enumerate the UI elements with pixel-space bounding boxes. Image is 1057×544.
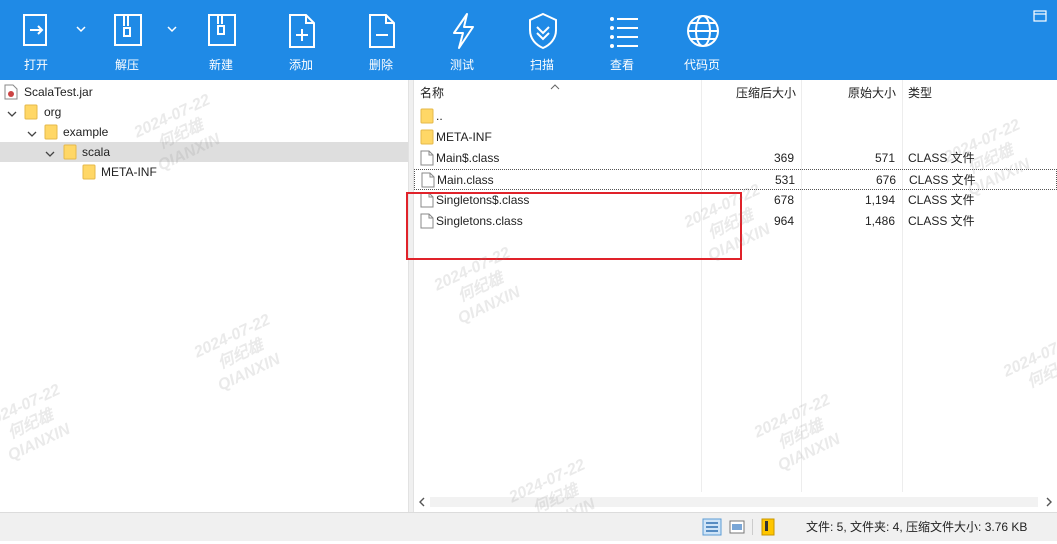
tree-item-label: example xyxy=(63,125,109,139)
list-row-singletons[interactable]: Singletons.class 964 1,486 CLASS 文件 xyxy=(414,211,1057,232)
folder-icon xyxy=(44,124,58,140)
sort-ascending-icon xyxy=(550,80,560,90)
scan-button[interactable]: 扫描 xyxy=(510,0,574,80)
tree-item-label: ScalaTest.jar xyxy=(24,85,93,99)
row-name: META-INF xyxy=(436,130,492,144)
list-row-singletons-dollar[interactable]: Singletons$.class 678 1,194 CLASS 文件 xyxy=(414,190,1057,211)
chevron-down-icon xyxy=(76,26,86,33)
row-compressed-size: 964 xyxy=(773,214,794,228)
extract-label: 解压 xyxy=(114,58,139,72)
test-lightning-icon xyxy=(453,13,474,49)
tree-item-scala[interactable]: scala xyxy=(0,142,408,162)
folder-icon xyxy=(63,144,77,160)
folder-icon xyxy=(24,104,38,120)
view-list-icon xyxy=(610,17,638,48)
file-icon xyxy=(421,172,435,188)
archive-info-icon[interactable] xyxy=(758,518,778,536)
open-icon xyxy=(23,14,47,46)
file-icon xyxy=(420,213,434,229)
scroll-left-icon[interactable] xyxy=(417,496,427,508)
codepage-globe-icon xyxy=(687,15,719,47)
row-compressed-size: 531 xyxy=(774,173,795,187)
row-type: CLASS 文件 xyxy=(908,151,975,165)
tree-item-org[interactable]: org xyxy=(0,102,408,122)
row-compressed-size: 369 xyxy=(773,151,794,165)
extract-icon xyxy=(114,14,142,46)
row-name: Main$.class xyxy=(436,151,500,165)
new-button[interactable]: 新建 xyxy=(189,0,253,80)
list-row-meta-inf[interactable]: META-INF xyxy=(414,127,1057,148)
folder-icon xyxy=(82,164,96,180)
view-label: 查看 xyxy=(609,58,634,72)
status-bar: 文件: 5, 文件夹: 4, 压缩文件大小: 3.76 KB xyxy=(0,512,1057,541)
chevron-down-icon xyxy=(167,26,177,33)
open-dropdown-arrow[interactable] xyxy=(74,22,88,36)
test-button[interactable]: 测试 xyxy=(430,0,494,80)
scan-shield-icon xyxy=(529,12,557,50)
delete-file-icon xyxy=(369,14,395,48)
scrollbar-thumb[interactable] xyxy=(430,497,1038,507)
status-text: 文件: 5, 文件夹: 4, 压缩文件大小: 3.76 KB xyxy=(806,520,1028,534)
folder-icon xyxy=(420,129,434,145)
list-row-parent[interactable]: .. xyxy=(414,106,1057,127)
row-name: Main.class xyxy=(437,173,494,187)
codepage-label: 代码页 xyxy=(683,58,720,72)
list-row-main-dollar[interactable]: Main$.class 369 571 CLASS 文件 xyxy=(414,148,1057,169)
row-original-size: 676 xyxy=(875,173,896,187)
row-compressed-size: 678 xyxy=(773,193,794,207)
row-name: Singletons.class xyxy=(436,214,523,228)
details-view-icon[interactable] xyxy=(702,518,722,536)
row-type: CLASS 文件 xyxy=(908,214,975,228)
delete-label: 删除 xyxy=(368,58,393,72)
delete-button[interactable]: 删除 xyxy=(349,0,413,80)
extract-dropdown-arrow[interactable] xyxy=(165,22,179,36)
column-original-header[interactable]: 原始大小 xyxy=(804,80,896,106)
column-name-header[interactable]: 名称 xyxy=(420,80,444,106)
chevron-down-icon[interactable] xyxy=(44,146,56,158)
extract-button[interactable]: 解压 xyxy=(95,0,159,80)
status-separator xyxy=(752,519,753,535)
row-name: Singletons$.class xyxy=(436,193,530,207)
open-label: 打开 xyxy=(23,58,48,72)
new-label: 新建 xyxy=(208,58,233,72)
view-button[interactable]: 查看 xyxy=(590,0,654,80)
add-button[interactable]: 添加 xyxy=(269,0,333,80)
row-original-size: 571 xyxy=(874,151,895,165)
column-compressed-header[interactable]: 压缩后大小 xyxy=(704,80,796,106)
codepage-button[interactable]: 代码页 xyxy=(670,0,734,80)
file-icon xyxy=(420,192,434,208)
toolbar: 打开 解压 新建 添加 删除 测试 扫描 查看 代码页 xyxy=(0,0,1057,80)
file-list: 名称 压缩后大小 原始大小 类型 .. META-INF Main$.class… xyxy=(414,80,1057,512)
new-archive-icon xyxy=(208,14,236,46)
jar-file-icon xyxy=(4,84,18,100)
tree-item-label: META-INF xyxy=(101,165,157,179)
folder-tree: ScalaTest.jar org example scala META-INF xyxy=(0,80,408,512)
tree-item-example[interactable]: example xyxy=(0,122,408,142)
list-row-main[interactable]: Main.class 531 676 CLASS 文件 xyxy=(414,169,1057,190)
folder-icon xyxy=(420,108,434,124)
file-icon xyxy=(420,150,434,166)
row-type: CLASS 文件 xyxy=(908,193,975,207)
add-file-icon xyxy=(289,14,315,48)
menu-icon[interactable] xyxy=(1033,10,1047,22)
scroll-right-icon[interactable] xyxy=(1044,496,1054,508)
column-type-header[interactable]: 类型 xyxy=(908,80,932,106)
list-header: 名称 压缩后大小 原始大小 类型 xyxy=(414,80,1057,106)
add-label: 添加 xyxy=(288,58,313,72)
row-type: CLASS 文件 xyxy=(909,173,976,187)
chevron-down-icon[interactable] xyxy=(26,126,38,138)
test-label: 测试 xyxy=(449,58,474,72)
row-name: .. xyxy=(436,109,443,123)
horizontal-scrollbar[interactable] xyxy=(414,492,1057,512)
tree-item-root[interactable]: ScalaTest.jar xyxy=(0,82,408,102)
tree-item-label: scala xyxy=(82,145,111,159)
tree-item-label: org xyxy=(44,105,62,119)
row-original-size: 1,194 xyxy=(864,193,895,207)
open-button[interactable]: 打开 xyxy=(4,0,68,80)
tree-item-meta-inf[interactable]: META-INF xyxy=(0,162,408,182)
chevron-down-icon[interactable] xyxy=(6,106,18,118)
thumbnail-view-icon[interactable] xyxy=(727,518,747,536)
row-original-size: 1,486 xyxy=(864,214,895,228)
scan-label: 扫描 xyxy=(529,58,554,72)
